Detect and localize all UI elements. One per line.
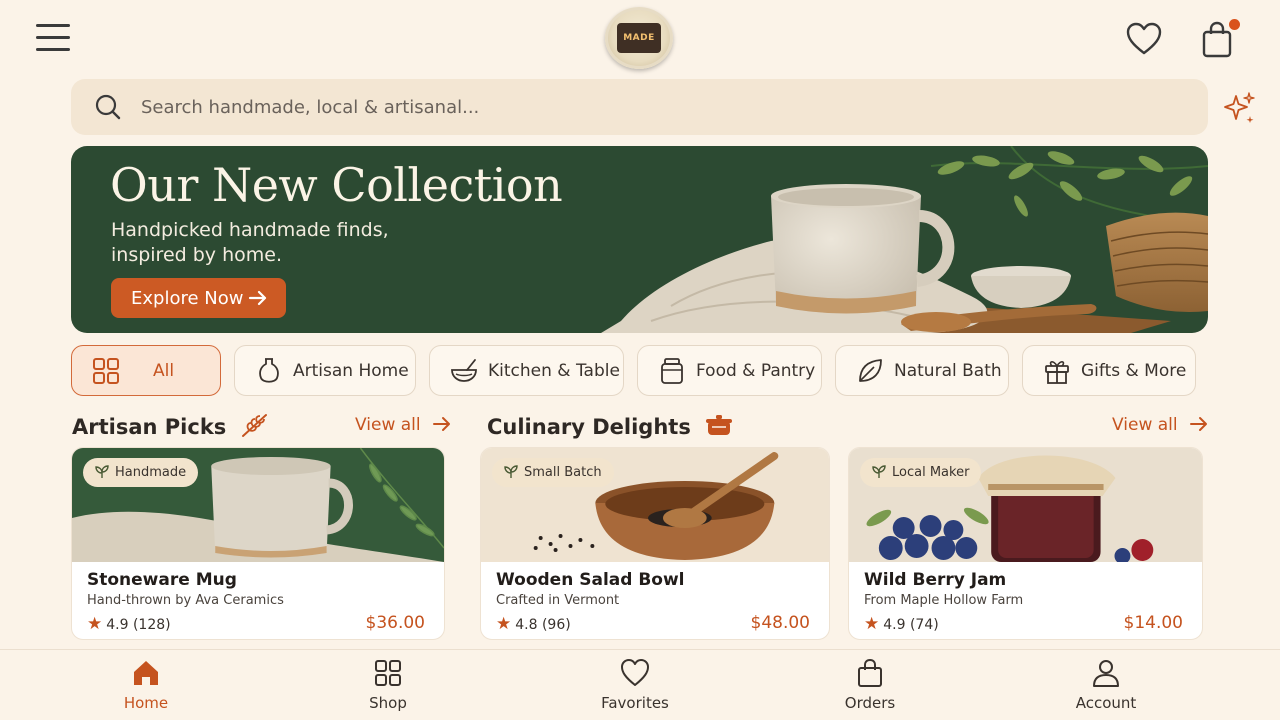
nav-label: Favorites bbox=[601, 694, 669, 712]
arrow-right-icon bbox=[248, 290, 267, 306]
category-label: Kitchen & Table bbox=[488, 361, 620, 381]
logo-text: MADE bbox=[623, 33, 655, 43]
grid-icon bbox=[93, 358, 119, 384]
bottom-navigation: Home Shop Favorites Orders Account bbox=[0, 649, 1280, 720]
menu-icon[interactable] bbox=[36, 24, 76, 56]
favorites-heart-icon[interactable] bbox=[1126, 22, 1162, 56]
badge-label: Handmade bbox=[115, 465, 187, 480]
brand-logo[interactable]: MADE bbox=[605, 7, 673, 69]
gift-icon bbox=[1045, 361, 1069, 384]
user-icon bbox=[1093, 660, 1119, 687]
product-maker: Crafted in Vermont bbox=[496, 593, 620, 608]
category-label: Food & Pantry bbox=[696, 361, 816, 381]
badge-label: Local Maker bbox=[892, 465, 970, 480]
category-label: All bbox=[153, 361, 175, 381]
category-chip-gifts-more[interactable]: Gifts & More bbox=[1022, 345, 1196, 396]
view-all-culinary-link[interactable]: View all bbox=[1112, 415, 1209, 435]
category-label: Natural Bath bbox=[894, 361, 1002, 381]
heart-icon bbox=[621, 659, 649, 686]
wheat-icon bbox=[241, 414, 267, 437]
star-icon: ★ bbox=[87, 614, 103, 634]
hero-subtitle: Handpicked handmade finds, inspired by h… bbox=[111, 219, 389, 266]
star-icon: ★ bbox=[864, 614, 880, 634]
rating-value: 4.9 bbox=[106, 617, 129, 633]
product-card-wooden-salad-bowl[interactable]: Small Batch Wooden Salad Bowl Crafted in… bbox=[480, 447, 830, 640]
hero-mug-illustration bbox=[601, 146, 1208, 333]
sprout-icon bbox=[872, 465, 886, 478]
sparkle-ai-icon[interactable] bbox=[1221, 91, 1257, 125]
nav-orders[interactable]: Orders bbox=[810, 650, 930, 720]
hero-banner: Our New Collection Handpicked handmade f… bbox=[71, 146, 1208, 333]
bag-icon bbox=[858, 658, 882, 687]
cart-notification-dot bbox=[1229, 19, 1240, 30]
badge-label: Small Batch bbox=[524, 465, 602, 480]
jar-icon bbox=[661, 358, 683, 384]
nav-account[interactable]: Account bbox=[1046, 650, 1166, 720]
top-bar: MADE bbox=[0, 0, 1280, 78]
product-rating: ★ 4.8 (96) bbox=[496, 614, 571, 634]
arrow-right-icon bbox=[1190, 417, 1208, 431]
product-rating: ★ 4.9 (128) bbox=[87, 614, 171, 634]
nav-shop[interactable]: Shop bbox=[328, 650, 448, 720]
review-count: (128) bbox=[132, 617, 171, 633]
category-chip-food-pantry[interactable]: Food & Pantry bbox=[637, 345, 822, 396]
logo-badge: MADE bbox=[617, 23, 661, 53]
search-icon bbox=[95, 94, 121, 120]
nav-label: Orders bbox=[844, 694, 896, 712]
section-title-text: Culinary Delights bbox=[487, 415, 691, 439]
view-all-label: View all bbox=[1112, 415, 1178, 435]
section-title-culinary-delights: Culinary Delights bbox=[487, 412, 734, 439]
rating-value: 4.8 bbox=[515, 617, 538, 633]
category-label: Gifts & More bbox=[1081, 361, 1187, 381]
home-icon bbox=[134, 661, 158, 685]
product-card-stoneware-mug[interactable]: Handmade Stoneware Mug Hand-thrown by Av… bbox=[71, 447, 445, 640]
product-rating: ★ 4.9 (74) bbox=[864, 614, 939, 634]
nav-label: Home bbox=[123, 694, 169, 712]
product-name: Wild Berry Jam bbox=[864, 570, 1007, 590]
badge-local-maker: Local Maker bbox=[860, 458, 982, 487]
hero-title: Our New Collection bbox=[110, 158, 563, 212]
nav-favorites[interactable]: Favorites bbox=[575, 650, 695, 720]
leaf-icon bbox=[859, 359, 882, 382]
grid-icon bbox=[375, 660, 401, 686]
product-name: Stoneware Mug bbox=[87, 570, 237, 590]
review-count: (74) bbox=[909, 617, 939, 633]
badge-small-batch: Small Batch bbox=[492, 458, 614, 487]
pot-icon bbox=[706, 415, 733, 435]
category-chip-artisan-home[interactable]: Artisan Home bbox=[234, 345, 416, 396]
explore-now-button[interactable]: Explore Now bbox=[111, 278, 286, 318]
search-bar bbox=[71, 79, 1255, 135]
section-title-text: Artisan Picks bbox=[72, 415, 227, 439]
nav-label: Account bbox=[1075, 694, 1137, 712]
product-name: Wooden Salad Bowl bbox=[496, 570, 685, 590]
category-chip-all[interactable]: All bbox=[71, 345, 221, 396]
sprout-icon bbox=[504, 465, 518, 478]
review-count: (96) bbox=[541, 617, 571, 633]
search-input[interactable] bbox=[141, 89, 1141, 125]
arrow-right-icon bbox=[433, 417, 451, 431]
vase-icon bbox=[259, 358, 279, 383]
product-maker: Hand-thrown by Ava Ceramics bbox=[87, 593, 284, 608]
rating-value: 4.9 bbox=[883, 617, 906, 633]
explore-now-label: Explore Now bbox=[131, 287, 244, 309]
category-chip-kitchen-table[interactable]: Kitchen & Table bbox=[429, 345, 624, 396]
nav-home[interactable]: Home bbox=[86, 650, 206, 720]
product-price: $36.00 bbox=[365, 613, 425, 633]
view-all-label: View all bbox=[355, 415, 421, 435]
bowl-icon bbox=[451, 359, 477, 382]
badge-handmade: Handmade bbox=[83, 458, 199, 487]
category-chip-natural-bath[interactable]: Natural Bath bbox=[835, 345, 1009, 396]
section-title-artisan-picks: Artisan Picks bbox=[72, 412, 270, 439]
category-label: Artisan Home bbox=[293, 361, 409, 381]
product-price: $14.00 bbox=[1123, 613, 1183, 633]
sprout-icon bbox=[95, 465, 109, 478]
product-card-wild-berry-jam[interactable]: Local Maker Wild Berry Jam From Maple Ho… bbox=[848, 447, 1203, 640]
product-maker: From Maple Hollow Farm bbox=[864, 593, 1024, 608]
nav-label: Shop bbox=[369, 694, 407, 712]
category-chips: All Artisan Home Kitchen & Table Food & … bbox=[71, 345, 1201, 396]
star-icon: ★ bbox=[496, 614, 512, 634]
product-price: $48.00 bbox=[750, 613, 810, 633]
view-all-artisan-link[interactable]: View all bbox=[355, 415, 452, 435]
